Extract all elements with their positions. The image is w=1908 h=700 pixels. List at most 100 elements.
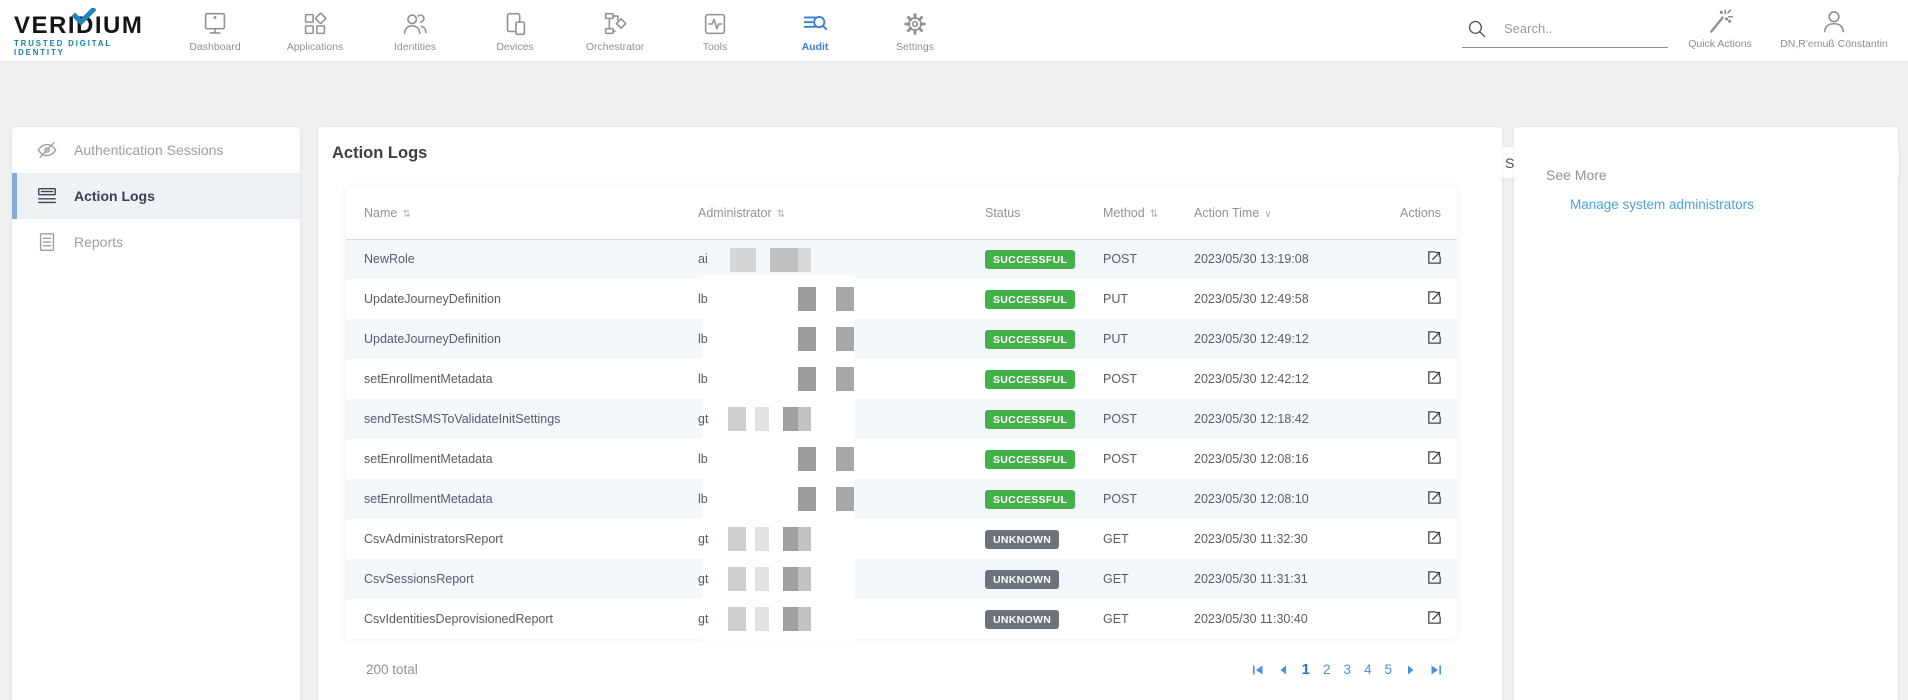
- topnav-item-audit[interactable]: Audit: [765, 0, 865, 62]
- cell-actions: [1384, 239, 1457, 279]
- sidebar-item-reports[interactable]: Reports: [12, 219, 300, 265]
- search-icon: [1462, 18, 1488, 40]
- cell-name: NewRole: [346, 239, 698, 279]
- open-details-icon[interactable]: [1426, 369, 1443, 386]
- redacted-block: [783, 607, 798, 631]
- pagination: 12345: [1252, 661, 1442, 678]
- cell-actions: [1384, 559, 1457, 599]
- administrator-prefix: lb: [698, 492, 708, 506]
- table-header-row: Name⇅ Administrator⇅ Status Method⇅ Acti…: [346, 187, 1457, 239]
- manage-system-administrators-link[interactable]: Manage system administrators: [1570, 197, 1754, 212]
- table-row: UpdateJourneyDefinition lb SUCCESSFUL PU…: [346, 319, 1457, 359]
- cell-method: POST: [1103, 439, 1194, 479]
- administrator-prefix: lb: [698, 332, 708, 346]
- redacted-block: [798, 407, 811, 431]
- open-details-icon[interactable]: [1426, 409, 1443, 426]
- open-details-icon[interactable]: [1426, 449, 1443, 466]
- cell-actions: [1384, 519, 1457, 559]
- open-details-icon[interactable]: [1426, 489, 1443, 506]
- topnav-item-dashboard[interactable]: Dashboard: [165, 0, 265, 62]
- open-details-icon[interactable]: [1426, 289, 1443, 306]
- audit-sidebar: Authentication Sessions Action Logs Repo…: [12, 127, 300, 700]
- status-badge: UNKNOWN: [985, 570, 1059, 589]
- redacted-block: [836, 487, 854, 511]
- table-row: sendTestSMSToValidateInitSettings gt SUC…: [346, 399, 1457, 439]
- topnav-label: Devices: [496, 41, 533, 53]
- pagination-page-5[interactable]: 5: [1384, 662, 1392, 677]
- eye-off-icon: [36, 139, 58, 161]
- table-row: CsvIdentitiesDeprovisionedReport gt UNKN…: [346, 599, 1457, 639]
- open-details-icon[interactable]: [1426, 249, 1443, 266]
- cell-status: SUCCESSFUL: [985, 359, 1103, 399]
- cell-action-time: 2023/05/30 12:18:42: [1194, 399, 1384, 439]
- pagination-first-button[interactable]: [1252, 664, 1264, 676]
- topnav-item-applications[interactable]: Applications: [265, 0, 365, 62]
- user-menu[interactable]: DN,R'emuß Cönstantin: [1760, 8, 1908, 50]
- sidebar-item-action-logs[interactable]: Action Logs: [12, 173, 300, 219]
- pagination-page-1[interactable]: 1: [1302, 661, 1310, 678]
- topnav-label: Tools: [703, 41, 728, 53]
- pagination-prev-button[interactable]: [1277, 664, 1289, 676]
- redacted-block: [798, 607, 811, 631]
- column-header-name[interactable]: Name⇅: [346, 187, 698, 239]
- topnav-item-settings[interactable]: Settings: [865, 0, 965, 62]
- table-row: CsvSessionsReport gt UNKNOWN GET 2023/05…: [346, 559, 1457, 599]
- topnav-item-devices[interactable]: Devices: [465, 0, 565, 62]
- open-details-icon[interactable]: [1426, 569, 1443, 586]
- cell-name: setEnrollmentMetadata: [346, 479, 698, 519]
- column-header-action-time[interactable]: Action Time∨: [1194, 187, 1384, 239]
- redacted-block: [728, 407, 746, 431]
- open-details-icon[interactable]: [1426, 609, 1443, 626]
- veridium-logo[interactable]: VERIDIUM TRUSTED DIGITAL IDENTITY: [14, 14, 164, 57]
- sidebar-item-label: Authentication Sessions: [74, 142, 223, 158]
- pagination-next-button[interactable]: [1405, 664, 1417, 676]
- cell-name: UpdateJourneyDefinition: [346, 319, 698, 359]
- topnav-item-orchestrator[interactable]: Orchestrator: [565, 0, 665, 62]
- user-avatar-icon: [1760, 8, 1908, 36]
- table-row: NewRole ai SUCCESSFUL POST 2023/05/30 13…: [346, 239, 1457, 279]
- topnav-item-tools[interactable]: Tools: [665, 0, 765, 62]
- pagination-page-2[interactable]: 2: [1323, 662, 1331, 677]
- pagination-page-3[interactable]: 3: [1343, 662, 1351, 677]
- column-header-method[interactable]: Method⇅: [1103, 187, 1194, 239]
- redacted-block: [836, 327, 854, 351]
- logo-tagline: TRUSTED DIGITAL IDENTITY: [14, 39, 164, 57]
- global-search-input[interactable]: [1504, 21, 1654, 36]
- cell-name: CsvIdentitiesDeprovisionedReport: [346, 599, 698, 639]
- redacted-block: [798, 447, 816, 471]
- redacted-block: [728, 567, 746, 591]
- sidebar-item-authentication-sessions[interactable]: Authentication Sessions: [12, 127, 300, 173]
- pagination-last-button[interactable]: [1430, 664, 1442, 676]
- redacted-block: [730, 248, 756, 272]
- column-header-status[interactable]: Status: [985, 187, 1103, 239]
- cell-name: setEnrollmentMetadata: [346, 439, 698, 479]
- devices-icon: [500, 9, 530, 39]
- redacted-block: [783, 527, 798, 551]
- cell-method: POST: [1103, 399, 1194, 439]
- cell-actions: [1384, 359, 1457, 399]
- redacted-block: [728, 607, 746, 631]
- open-details-icon[interactable]: [1426, 529, 1443, 546]
- status-badge: UNKNOWN: [985, 610, 1059, 629]
- global-search[interactable]: [1462, 10, 1668, 48]
- cell-status: SUCCESSFUL: [985, 479, 1103, 519]
- cell-name: setEnrollmentMetadata: [346, 359, 698, 399]
- quick-actions-button[interactable]: Quick Actions: [1675, 8, 1765, 50]
- topnav-item-identities[interactable]: Identities: [365, 0, 465, 62]
- see-more-title: See More: [1546, 167, 1607, 183]
- sort-icon: ∨: [1264, 209, 1271, 220]
- user-name-label: DN,R'emuß Cönstantin: [1760, 38, 1908, 50]
- status-badge: SUCCESSFUL: [985, 250, 1075, 269]
- magic-wand-icon: [1675, 8, 1765, 36]
- cell-status: SUCCESSFUL: [985, 279, 1103, 319]
- audit-icon: [800, 9, 830, 39]
- pagination-page-4[interactable]: 4: [1364, 662, 1372, 677]
- open-details-icon[interactable]: [1426, 329, 1443, 346]
- topnav-label: Applications: [287, 41, 344, 53]
- redacted-block: [783, 567, 798, 591]
- cell-action-time: 2023/05/30 11:32:30: [1194, 519, 1384, 559]
- cell-administrator: lb: [698, 319, 985, 359]
- table-row: CsvAdministratorsReport gt UNKNOWN GET 2…: [346, 519, 1457, 559]
- column-header-administrator[interactable]: Administrator⇅: [698, 187, 985, 239]
- cell-actions: [1384, 599, 1457, 639]
